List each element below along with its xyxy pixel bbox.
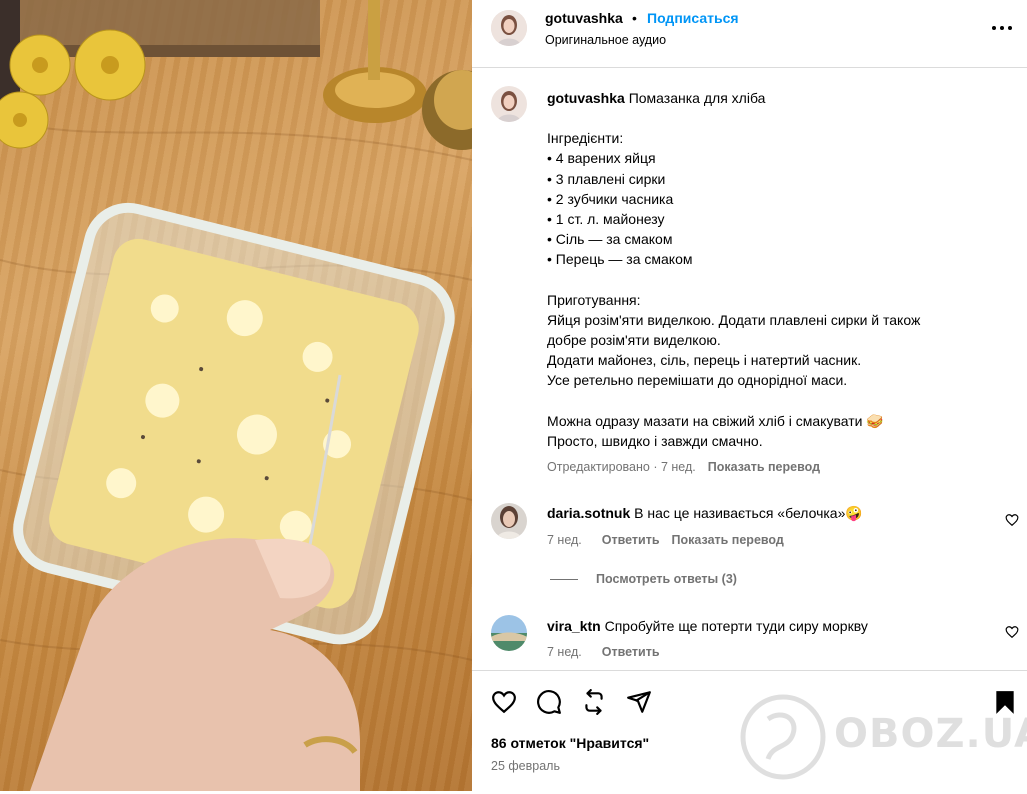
ingredient-line: • 4 варених яйця [547, 150, 656, 167]
avatar-image [491, 86, 527, 122]
comment-like-icon[interactable] [1005, 513, 1019, 527]
comment-body: vira_ktn Спробуйте ще потерти туди сиру … [547, 616, 977, 636]
comment-time: 7 нед. [547, 645, 582, 659]
comment-username[interactable]: daria.sotnuk [547, 505, 630, 521]
comment-text: В нас це називається «белочка»🤪 [634, 505, 863, 521]
comment-meta: 7 нед. Ответить [547, 645, 660, 659]
ingredient-line: • 3 плавлені сирки [547, 170, 666, 187]
prep-heading: Приготування: [547, 291, 641, 308]
edited-label: Отредактировано · 7 нед. [547, 460, 696, 474]
post-date[interactable]: 25 февраль [491, 759, 560, 773]
prep-line: Усе ретельно перемішати до однорідної ма… [547, 372, 848, 389]
ingredient-line: • Перець — за смаком [547, 251, 693, 268]
author-avatar[interactable] [491, 10, 527, 46]
prep-line: добре розім'яти виделкою. [547, 332, 721, 349]
ingredient-line: • 2 зубчики часника [547, 190, 674, 207]
outro-line: Можна одразу мазати на свіжий хліб і сма… [547, 412, 884, 429]
comment-avatar-daria[interactable] [491, 503, 527, 539]
bookmark-icon[interactable] [992, 689, 1018, 715]
reply-button[interactable]: Ответить [602, 533, 660, 547]
reply-button[interactable]: Ответить [602, 645, 660, 659]
avatar-image [491, 10, 527, 46]
comment-icon[interactable] [536, 689, 562, 715]
ingredient-line: • 1 ст. л. майонезу [547, 211, 665, 228]
follow-button[interactable]: Подписаться [647, 10, 739, 26]
post-header: gotuvashka • Подписаться Оригинальное ау… [472, 0, 1027, 68]
more-options-icon[interactable] [990, 20, 1014, 36]
post-media[interactable] [0, 0, 472, 791]
audio-label[interactable]: Оригинальное аудио [545, 33, 666, 47]
outro-line: Просто, швидко і завжди смачно. [547, 432, 763, 449]
comment-like-icon[interactable] [1005, 625, 1019, 639]
replies-line [550, 579, 578, 581]
view-replies[interactable]: Посмотреть ответы (3) [550, 572, 737, 586]
caption-username[interactable]: gotuvashka [547, 90, 625, 106]
heart-icon[interactable] [491, 689, 517, 715]
avatar-image [491, 615, 527, 651]
separator-dot: • [632, 10, 637, 26]
ingredient-line: • Сіль — за смаком [547, 231, 673, 248]
view-replies-label: Посмотреть ответы (3) [596, 572, 737, 586]
comment-body: daria.sotnuk В нас це називається «белоч… [547, 503, 977, 523]
prep-line: Яйця розім'яти виделкою. Додати плавлені… [547, 311, 921, 328]
comment-time: 7 нед. [547, 533, 582, 547]
post-caption: gotuvashka Помазанка для хліба Інгредієн… [547, 88, 997, 451]
oboz-watermark: OBOZ.UA [738, 689, 1027, 794]
watermark-text: OBOZ.UA [834, 711, 1027, 757]
comment-username[interactable]: vira_ktn [547, 618, 601, 634]
ingredients-heading: Інгредієнти: [547, 130, 624, 147]
author-username[interactable]: gotuvashka [545, 10, 623, 26]
comment-translate-button[interactable]: Показать перевод [672, 533, 784, 547]
comment-avatar-vira[interactable] [491, 615, 527, 651]
avatar-image [491, 503, 527, 539]
share-icon[interactable] [626, 689, 652, 715]
caption-meta: Отредактировано · 7 нед. Показать перевод [547, 460, 820, 474]
likes-count[interactable]: 86 отметок "Нравится" [491, 735, 649, 751]
caption-avatar[interactable] [491, 86, 527, 122]
post-panel: gotuvashka • Подписаться Оригинальное ау… [472, 0, 1027, 791]
caption-title: Помазанка для хліба [628, 90, 766, 106]
food-photo [0, 0, 472, 791]
prep-line: Додати майонез, сіль, перець і натертий … [547, 352, 862, 369]
post-actions: OBOZ.UA 86 отметок "Нравится" 25 февраль [472, 670, 1027, 792]
repost-icon[interactable] [581, 689, 607, 715]
comment-meta: 7 нед. Ответить Показать перевод [547, 533, 784, 547]
caption-translate-button[interactable]: Показать перевод [708, 460, 820, 474]
comment-text: Спробуйте ще потерти туди сиру моркву [604, 618, 868, 634]
